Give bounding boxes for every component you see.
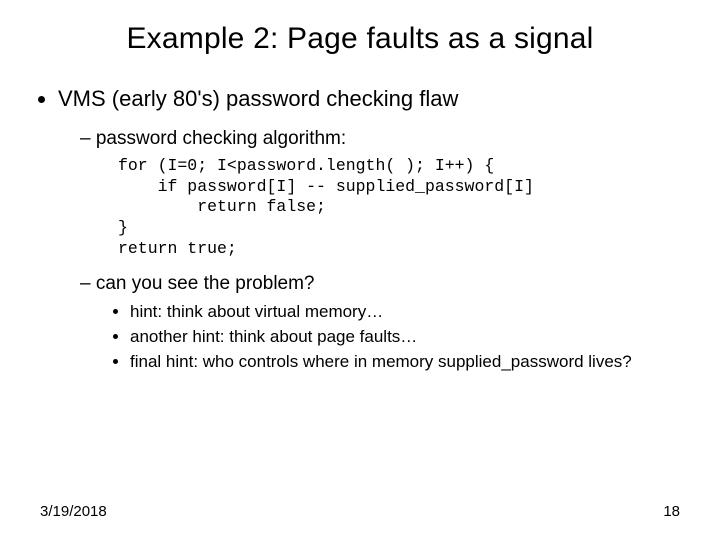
bullet-text: VMS (early 80's) password checking flaw bbox=[58, 86, 458, 111]
hint-list: hint: think about virtual memory… anothe… bbox=[130, 301, 680, 374]
bullet-list: VMS (early 80's) password checking flaw … bbox=[58, 86, 680, 374]
list-item: hint: think about virtual memory… bbox=[130, 301, 680, 324]
list-item: can you see the problem? hint: think abo… bbox=[80, 273, 680, 374]
list-item: VMS (early 80's) password checking flaw … bbox=[58, 86, 680, 374]
code-block: for (I=0; I<password.length( ); I++) { i… bbox=[118, 156, 680, 259]
sub-text: can you see the problem? bbox=[96, 273, 315, 294]
list-item: final hint: who controls where in memory… bbox=[130, 351, 680, 374]
page-title: Example 2: Page faults as a signal bbox=[40, 22, 680, 56]
list-item: password checking algorithm: for (I=0; I… bbox=[80, 128, 680, 259]
sub-text: password checking algorithm: bbox=[96, 128, 346, 149]
footer-date: 3/19/2018 bbox=[40, 503, 107, 520]
footer: 3/19/2018 18 bbox=[40, 503, 680, 520]
footer-page: 18 bbox=[663, 503, 680, 520]
list-item: another hint: think about page faults… bbox=[130, 326, 680, 349]
sub-list: password checking algorithm: for (I=0; I… bbox=[80, 128, 680, 374]
slide: Example 2: Page faults as a signal VMS (… bbox=[0, 0, 720, 540]
